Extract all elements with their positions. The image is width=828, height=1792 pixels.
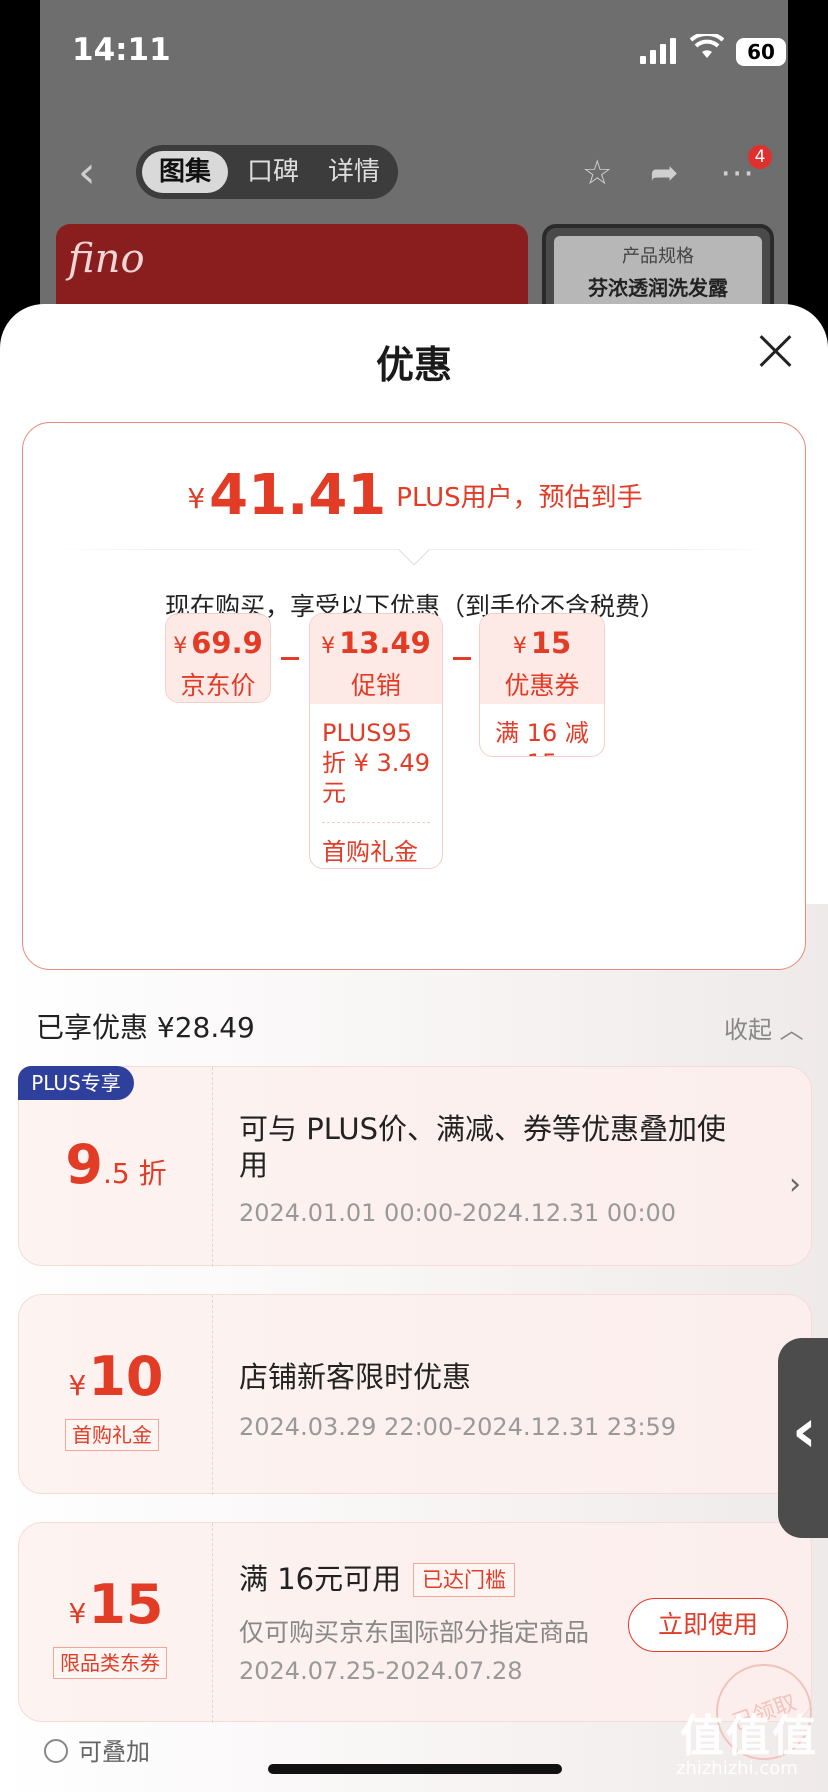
- stack-icon: [44, 1739, 68, 1763]
- final-price-value: 41.41: [209, 463, 387, 528]
- coupon-card-plus[interactable]: 9.5 折 可与 PLUS价、满减、券等优惠叠加使用 2024.01.01 00…: [18, 1066, 812, 1267]
- coupon-plus-value-tail: .5 折: [102, 1157, 167, 1190]
- coupon-plus-title: 可与 PLUS价、满减、券等优惠叠加使用: [239, 1112, 727, 1182]
- side-drawer-handle[interactable]: ‹: [778, 1338, 828, 1538]
- discount-sheet: 优惠 ¥41.41 PLUS用户，预估到手 现在购买，享受以下优惠（到手价不含税费…: [0, 304, 828, 1792]
- brand-logo: fino: [68, 236, 145, 282]
- use-now-button[interactable]: 立即使用: [628, 1598, 788, 1652]
- coupon-category-date: 2024.07.25-2024.07.28: [239, 1657, 523, 1685]
- tab-details[interactable]: 详情: [312, 151, 396, 193]
- coupon-plus-date: 2024.01.01 00:00-2024.12.31 00:00: [239, 1199, 677, 1227]
- stackable-note: 可叠加: [44, 1732, 150, 1767]
- chevron-right-icon[interactable]: ›: [789, 1167, 801, 1202]
- battery-indicator: 60: [736, 38, 786, 66]
- coupon-plus-value-main: 9: [65, 1133, 103, 1196]
- promotion-box: ¥13.49 促销 PLUS95 折 ¥ 3.49元 首购礼金 10元: [309, 613, 443, 869]
- coupon-detail: 满 16 减 15: [495, 719, 589, 756]
- home-indicator[interactable]: [268, 1764, 562, 1774]
- top-nav: ‹ 图集 口碑 详情 ☆ ➦ ⋯ 4: [0, 145, 828, 201]
- notification-badge: 4: [748, 145, 772, 169]
- jd-price-box: ¥69.9 京东价: [165, 613, 271, 703]
- coupon-category-tag: 限品类东券: [53, 1647, 167, 1679]
- status-time: 14:11: [72, 32, 171, 68]
- coupon-category-value: 15: [88, 1573, 164, 1636]
- minus-icon: [281, 657, 299, 660]
- jd-price-value: 69.9: [191, 626, 263, 660]
- wifi-icon: [690, 34, 724, 58]
- price-summary-card: ¥41.41 PLUS用户，预估到手 现在购买，享受以下优惠（到手价不含税费） ¥…: [22, 422, 806, 970]
- chevron-up-icon: ︿: [779, 1016, 804, 1044]
- promotion-detail-plus: PLUS95 折 ¥ 3.49元: [322, 719, 430, 807]
- chevron-left-icon[interactable]: ‹: [78, 151, 96, 195]
- app-screen: 14:11 60 ‹ 图集 口碑 详情 ☆ ➦ ⋯ 4 fino 产品规格 芬浓…: [0, 0, 828, 1792]
- sheet-title: 优惠: [375, 343, 452, 387]
- promotion-label: 促销: [350, 671, 401, 700]
- tab-reviews[interactable]: 口碑: [234, 151, 312, 193]
- star-icon[interactable]: ☆: [582, 153, 612, 193]
- chevron-left-icon: ‹: [792, 1396, 817, 1466]
- promotion-value: 13.49: [339, 626, 431, 660]
- coupon-category-desc: 仅可购买京东国际部分指定商品: [239, 1618, 590, 1647]
- coupon-value: 15: [530, 626, 572, 660]
- coupon-label: 优惠券: [504, 671, 580, 700]
- spec-label: 产品规格: [622, 246, 694, 267]
- currency-symbol: ¥: [187, 482, 206, 515]
- jd-price-label: 京东价: [180, 671, 256, 700]
- tab-gallery[interactable]: 图集: [142, 151, 228, 193]
- coupon-gift-date: 2024.03.29 22:00-2024.12.31 23:59: [239, 1413, 677, 1441]
- spec-name: 芬浓透润洗发露: [588, 276, 728, 300]
- watermark-url: zhizhizhi.com: [676, 1758, 798, 1779]
- coupon-card-gift[interactable]: ¥10 首购礼金 店铺新客限时优惠 2024.03.29 22:00-2024.…: [18, 1294, 812, 1495]
- coupon-category-title: 满 16元可用: [239, 1562, 402, 1596]
- final-price-label: PLUS用户，预估到手: [396, 483, 643, 513]
- coupon-gift-value: 10: [88, 1345, 164, 1408]
- coupon-gift-title: 店铺新客限时优惠: [239, 1360, 472, 1394]
- status-bar: 14:11 60: [0, 0, 828, 100]
- final-price: ¥41.41 PLUS用户，预估到手: [23, 463, 807, 528]
- collapse-button[interactable]: 收起 ︿: [724, 1010, 804, 1045]
- share-icon[interactable]: ➦: [650, 153, 679, 193]
- coupon-gift-tag: 首购礼金: [65, 1419, 159, 1451]
- minus-icon: [453, 657, 471, 660]
- plus-exclusive-badge: PLUS专享: [18, 1066, 134, 1100]
- watermark-logo: 值值值: [680, 1711, 818, 1762]
- cellular-signal-icon: [640, 38, 676, 64]
- close-icon[interactable]: [754, 330, 798, 374]
- promotion-detail-gift: 首购礼金 10元: [322, 838, 418, 866]
- segmented-tabs: 图集 口碑 详情: [136, 145, 398, 199]
- threshold-reached-tag: 已达门槛: [413, 1563, 515, 1597]
- coupon-box: ¥15 优惠券 满 16 减 15: [479, 613, 605, 757]
- enjoyed-discount: 已享优惠 ¥28.49: [36, 1011, 255, 1044]
